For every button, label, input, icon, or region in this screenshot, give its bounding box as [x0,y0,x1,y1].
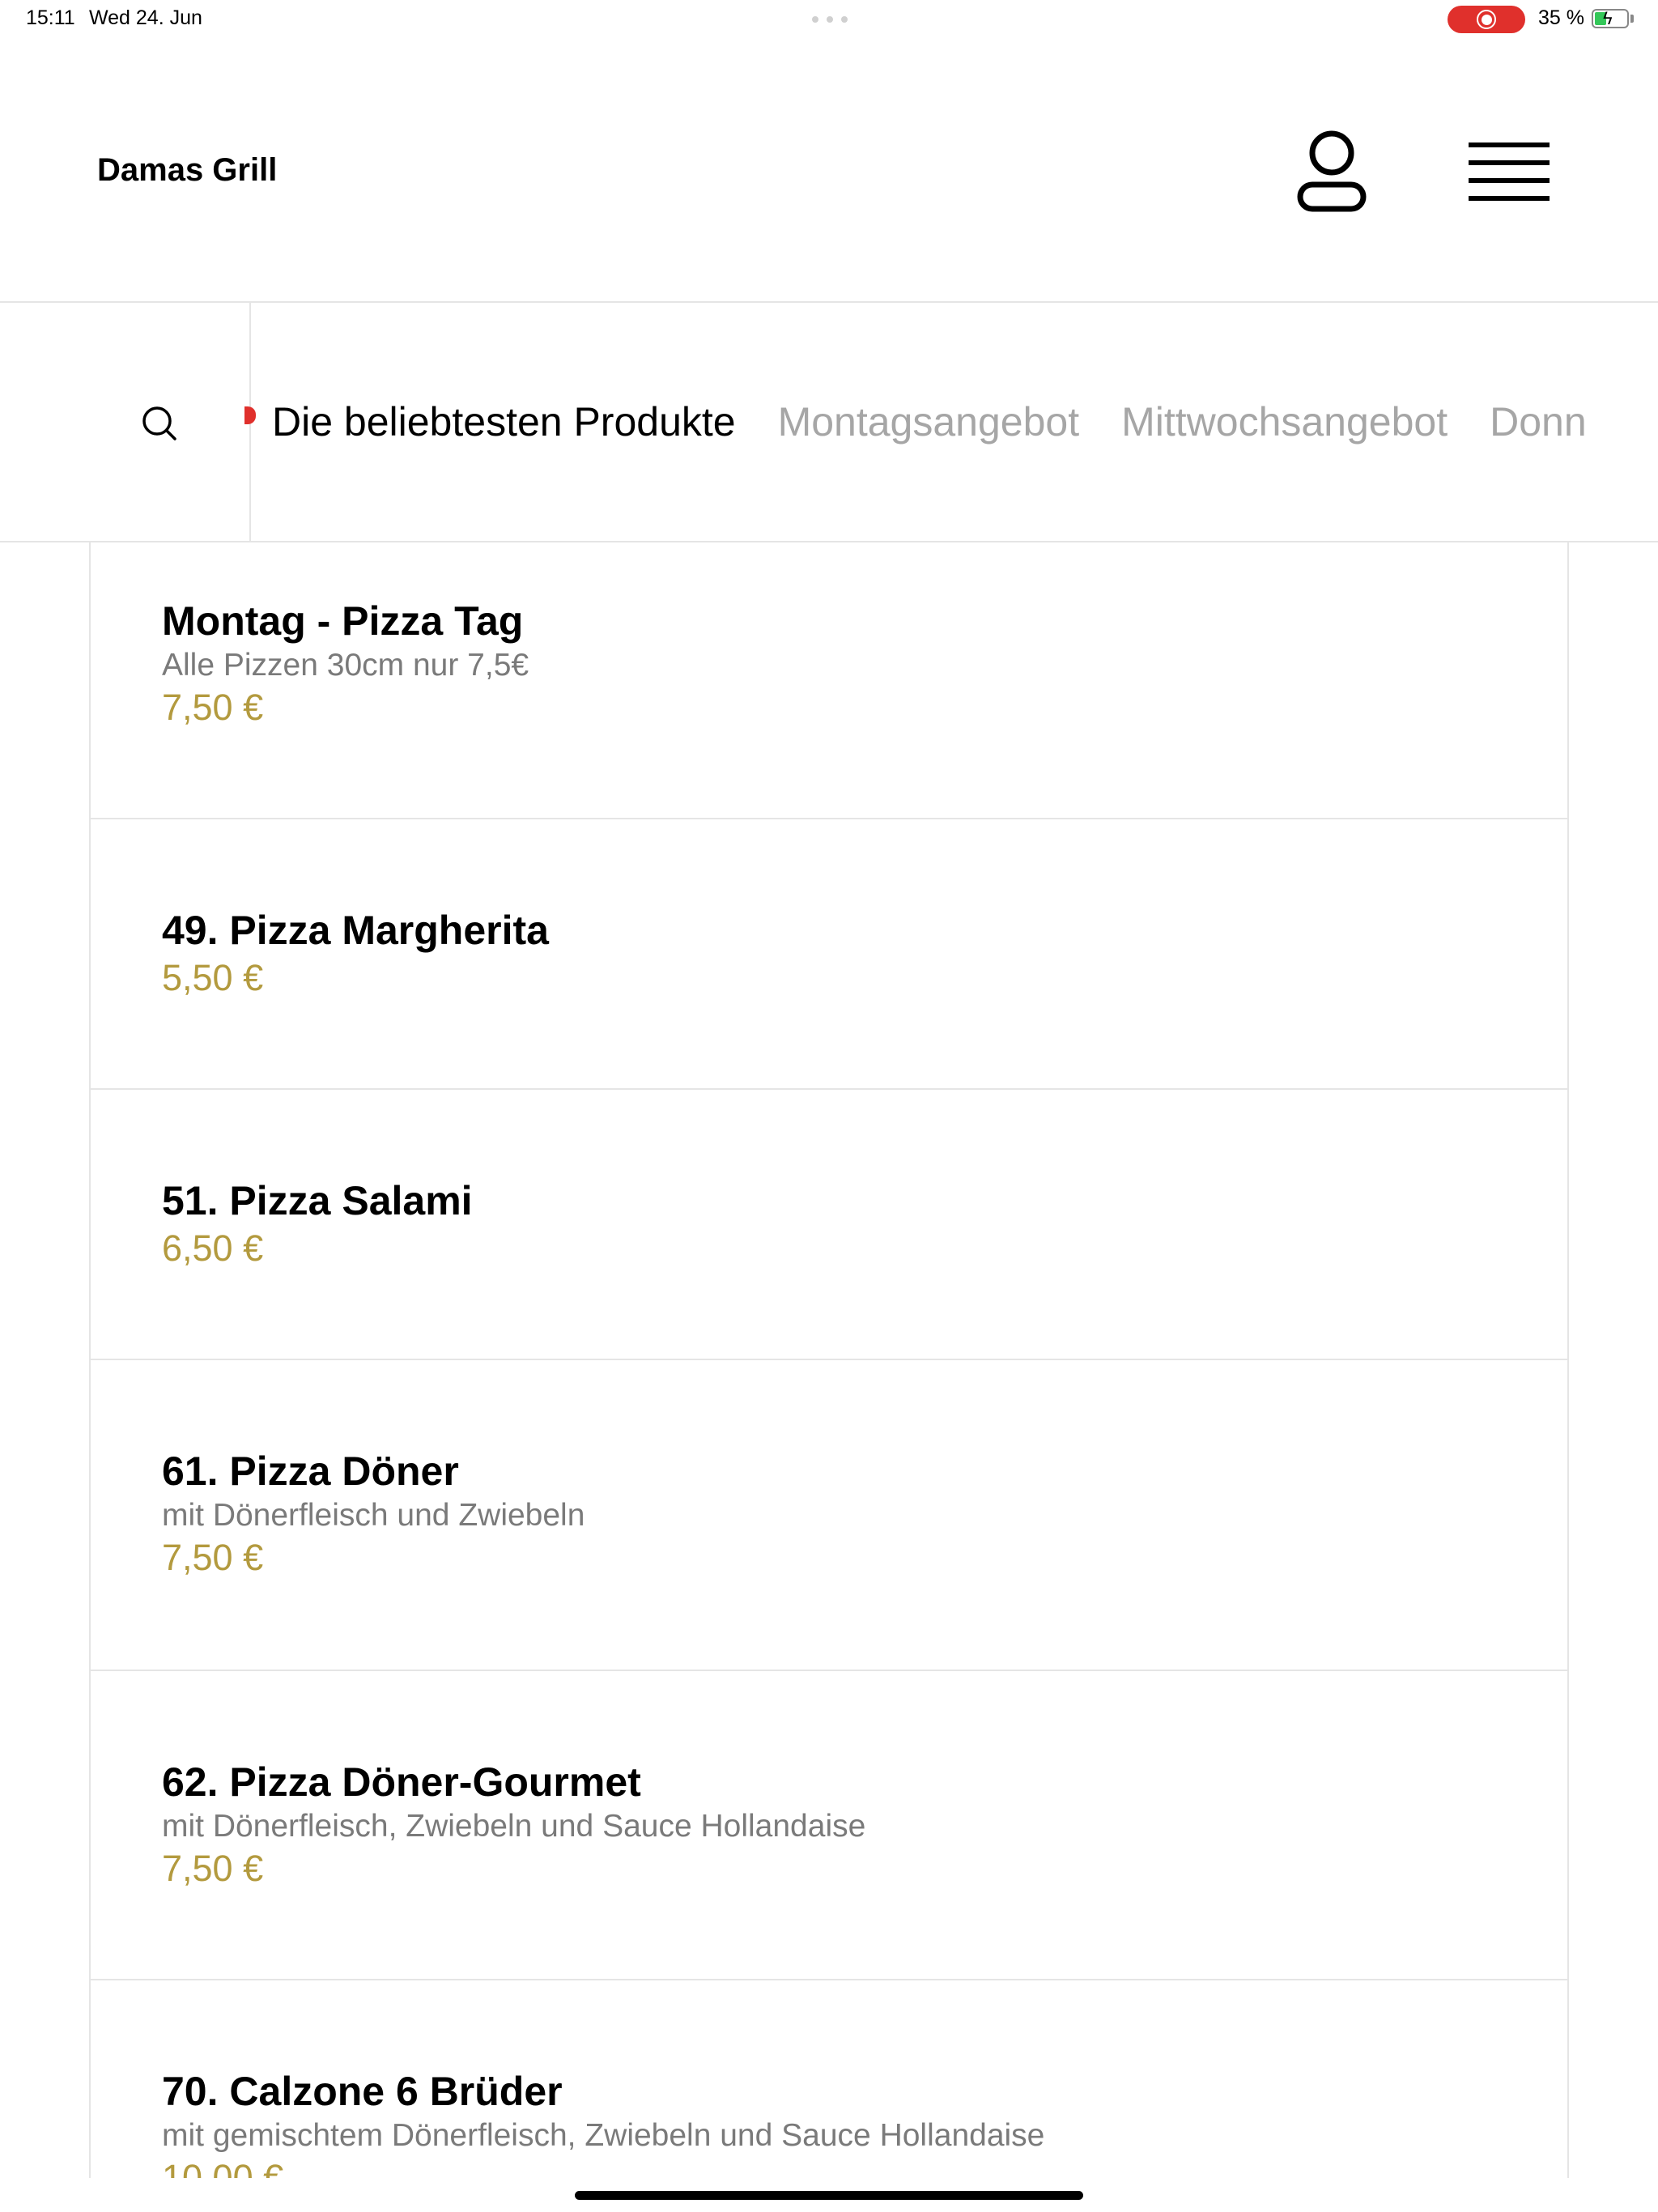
product-name: 61. Pizza Döner [162,1448,459,1494]
product-name: 70. Calzone 6 Brüder [162,2069,563,2114]
menu-button[interactable] [1457,126,1561,215]
search-icon [142,406,176,440]
app-header: Damas Grill [0,39,1658,303]
tab-popular-products[interactable]: Die beliebtesten Produkte [272,398,736,445]
home-indicator[interactable] [575,2191,1083,2200]
product-name: 51. Pizza Salami [162,1178,473,1223]
product-name: 49. Pizza Margherita [162,908,549,953]
battery-percentage: 35 % [1538,6,1584,29]
product-name: Montag - Pizza Tag [162,598,524,644]
product-item[interactable]: 51. Pizza Salami 6,50 € [91,1090,1567,1360]
product-item[interactable]: 61. Pizza Döner mit Dönerfleisch und Zwi… [91,1360,1567,1671]
product-price: 6,50 € [162,1227,264,1269]
product-price: 7,50 € [162,687,264,728]
status-date: Wed 24. Jun [89,6,202,29]
product-description: mit Dönerfleisch und Zwiebeln [162,1498,585,1533]
status-bar: 15:11 Wed 24. Jun 35 % ϟ [0,0,1658,39]
product-price: 5,50 € [162,957,264,998]
multitasking-dots-icon[interactable] [812,16,848,23]
status-time: 15:11 [26,6,75,29]
category-marker [244,406,256,424]
user-icon [1297,130,1367,212]
profile-button[interactable] [1287,126,1376,215]
tab-monday-offer[interactable]: Montagsangebot [778,398,1080,445]
tab-wednesday-offer[interactable]: Mittwochsangebot [1121,398,1448,445]
hamburger-menu-icon [1469,143,1550,201]
product-price: 7,50 € [162,1848,264,1889]
product-description: Alle Pizzen 30cm nur 7,5€ [162,648,529,683]
product-description: mit Dönerfleisch, Zwiebeln und Sauce Hol… [162,1809,866,1844]
product-item[interactable]: 62. Pizza Döner-Gourmet mit Dönerfleisch… [91,1671,1567,1980]
search-button[interactable] [0,303,251,541]
restaurant-name[interactable]: Damas Grill [97,152,277,189]
product-name: 62. Pizza Döner-Gourmet [162,1759,641,1805]
battery-icon: ϟ [1592,9,1629,28]
product-list: Montag - Pizza Tag Alle Pizzen 30cm nur … [89,542,1569,2178]
product-price: 10,00 € [162,2157,284,2178]
category-bar: Die beliebtesten Produkte Montagsangebot M… [0,303,1658,542]
product-price: 7,50 € [162,1537,264,1578]
product-item[interactable]: 49. Pizza Margherita 5,50 € [91,819,1567,1090]
product-description: mit gemischtem Dönerfleisch, Zwiebeln un… [162,2118,1045,2153]
product-item[interactable]: Montag - Pizza Tag Alle Pizzen 30cm nur … [91,542,1567,819]
category-tabs: Die beliebtesten Produkte Montagsangebot M… [272,398,1629,445]
screen-recording-icon[interactable] [1448,6,1525,33]
tab-thursday-offer[interactable]: Donn [1490,398,1587,445]
battery-cap [1630,15,1634,23]
product-item[interactable]: 70. Calzone 6 Brüder mit gemischtem Döne… [91,1980,1567,2178]
